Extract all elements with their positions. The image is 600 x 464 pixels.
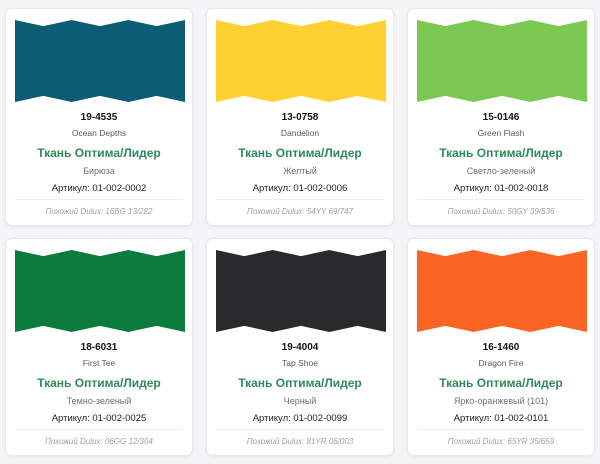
- color-english-name: Dandelion: [280, 128, 320, 138]
- divider: [417, 429, 585, 430]
- divider: [216, 429, 384, 430]
- color-swatch: [216, 250, 386, 332]
- color-swatch: [417, 20, 587, 102]
- pantone-code: 19-4535: [80, 112, 118, 123]
- dulux-match: Похожий Dulux: 50GY 39/536: [447, 207, 555, 216]
- color-card[interactable]: 18-6031 First Tee Ткань Оптима/Лидер Тем…: [5, 238, 193, 456]
- color-swatch: [417, 250, 587, 332]
- color-card[interactable]: 13-0758 Dandelion Ткань Оптима/Лидер Жел…: [206, 8, 394, 226]
- divider: [417, 199, 585, 200]
- article-number: Артикул: 01-002-0018: [453, 183, 549, 194]
- fabric-link[interactable]: Ткань Оптима/Лидер: [408, 376, 594, 390]
- fabric-link[interactable]: Ткань Оптима/Лидер: [6, 376, 192, 390]
- pantone-code: 19-4004: [281, 342, 319, 353]
- divider: [15, 199, 183, 200]
- dulux-match: Похожий Dulux: 81YR 06/003: [246, 437, 354, 446]
- color-card-grid: 19-4535 Ocean Depths Ткань Оптима/Лидер …: [0, 0, 600, 464]
- color-russian-name: Темно-зеленый: [66, 396, 132, 406]
- dulux-match: Похожий Dulux: 16BG 13/282: [45, 207, 153, 216]
- color-english-name: Ocean Depths: [71, 128, 127, 138]
- article-number: Артикул: 01-002-0099: [252, 413, 348, 424]
- color-english-name: Green Flash: [477, 128, 525, 138]
- fabric-link[interactable]: Ткань Оптима/Лидер: [207, 376, 393, 390]
- color-english-name: Tap Shoe: [282, 358, 318, 368]
- dulux-match: Похожий Dulux: 54YY 69/747: [247, 207, 353, 216]
- article-number: Артикул: 01-002-0025: [51, 413, 147, 424]
- color-swatch: [15, 250, 185, 332]
- color-swatch: [15, 20, 185, 102]
- color-russian-name: Бирюза: [83, 166, 115, 176]
- divider: [15, 429, 183, 430]
- fabric-link[interactable]: Ткань Оптима/Лидер: [408, 146, 594, 160]
- color-english-name: Dragon Fire: [478, 358, 524, 368]
- color-russian-name: Светло-зеленый: [466, 166, 536, 176]
- pantone-code: 18-6031: [80, 342, 118, 353]
- color-card[interactable]: 16-1460 Dragon Fire Ткань Оптима/Лидер Я…: [407, 238, 595, 456]
- pantone-code: 15-0146: [482, 112, 520, 123]
- pantone-code: 13-0758: [281, 112, 319, 123]
- color-card[interactable]: 19-4535 Ocean Depths Ткань Оптима/Лидер …: [5, 8, 193, 226]
- fabric-link[interactable]: Ткань Оптима/Лидер: [6, 146, 192, 160]
- color-card[interactable]: 19-4004 Tap Shoe Ткань Оптима/Лидер Черн…: [206, 238, 394, 456]
- article-number: Артикул: 01-002-0006: [252, 183, 348, 194]
- color-russian-name: Черный: [283, 396, 317, 406]
- article-number: Артикул: 01-002-0002: [51, 183, 147, 194]
- divider: [216, 199, 384, 200]
- color-russian-name: Ярко-оранжевый (101): [453, 396, 549, 406]
- color-swatch: [216, 20, 386, 102]
- dulux-match: Похожий Dulux: 06GG 12/304: [45, 437, 153, 446]
- fabric-link[interactable]: Ткань Оптима/Лидер: [207, 146, 393, 160]
- color-english-name: First Tee: [82, 358, 116, 368]
- color-russian-name: Желтый: [283, 166, 317, 176]
- dulux-match: Похожий Dulux: 65YR 35/659: [447, 437, 555, 446]
- pantone-code: 16-1460: [482, 342, 520, 353]
- color-card[interactable]: 15-0146 Green Flash Ткань Оптима/Лидер С…: [407, 8, 595, 226]
- article-number: Артикул: 01-002-0101: [453, 413, 549, 424]
